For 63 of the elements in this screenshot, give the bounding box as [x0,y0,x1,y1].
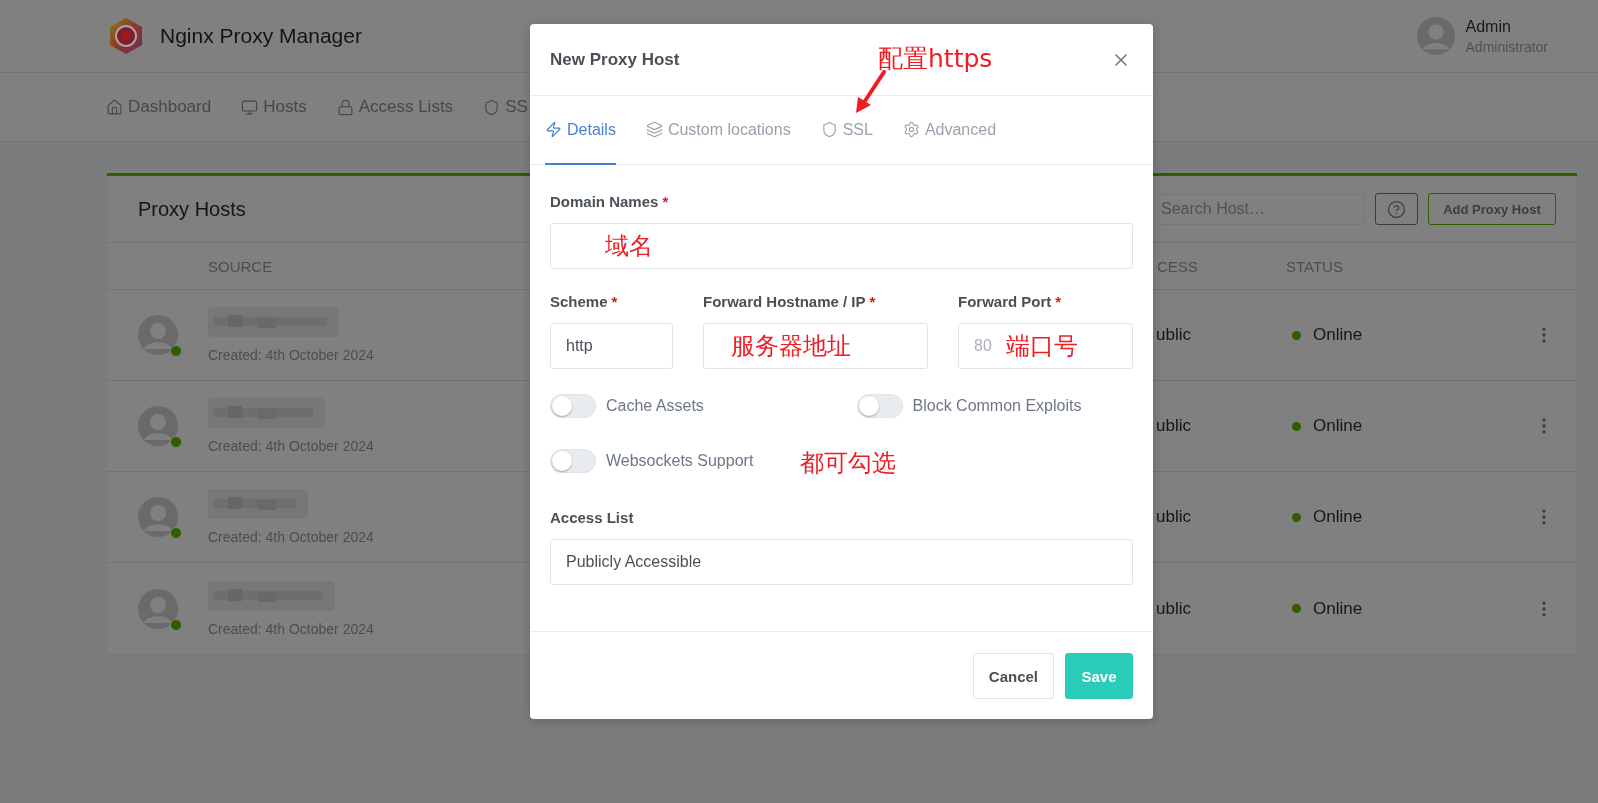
field-label: Access List [550,509,635,526]
field-label: Forward Port * [958,293,1063,310]
tab[interactable]: Details [545,96,616,165]
field-label: Domain Names * [550,193,670,210]
monitor-icon [241,98,259,116]
nav-link[interactable]: Hosts [241,97,307,117]
nav-link[interactable]: Access Lists [336,97,454,117]
annotation-text: 服务器地址 [731,331,851,362]
field-label: Forward Hostname / IP * [703,293,877,310]
status-text: Online [1313,416,1363,436]
tab[interactable]: Advanced [902,96,997,165]
access-cell-text: ublic [1155,325,1192,345]
access-cell-text: ublic [1155,416,1192,436]
required-mark: * [869,293,876,310]
shield-icon [483,98,501,116]
layers-icon [645,121,663,138]
host-avatar [138,588,178,629]
status-text: Online [1313,325,1363,345]
lightning-icon [545,121,562,138]
host-avatar [138,406,178,446]
input-field[interactable] [703,323,928,369]
host-avatar [138,497,178,537]
help-icon [1387,199,1406,219]
toggle-label: Cache Assets [606,397,704,415]
annotation-arrow [854,70,888,114]
gear-icon [902,121,920,138]
add-proxy-host-button[interactable]: Add Proxy Host [1428,193,1556,225]
annotation-text: 都可勾选 [800,448,896,479]
required-mark: * [662,193,669,210]
access-cell-text: ublic [1155,507,1192,527]
toggle-label: Websockets Support [606,452,754,470]
toggle-switch[interactable] [550,394,596,418]
toggle-switch[interactable] [856,394,903,418]
select-field[interactable]: Publicly Accessible [550,539,1133,585]
field-label: Scheme * [550,293,619,310]
card-title: Proxy Hosts [138,197,246,221]
status-text: Online [1313,507,1363,527]
lock-icon [336,98,354,116]
input-field[interactable] [550,223,1133,269]
dialog-title: New Proxy Host [550,49,680,70]
logo-icon [108,17,144,55]
app-title: Nginx Proxy Manager [160,24,362,48]
user-name: Admin [1465,17,1512,36]
nav-link[interactable]: Dashboard [106,97,212,117]
cancel-button[interactable]: Cancel [972,653,1054,699]
toggle-switch[interactable] [550,449,596,473]
access-cell-text: ublic [1155,598,1192,619]
host-avatar [138,315,178,355]
tab[interactable]: SSL [820,96,873,165]
help-button[interactable] [1375,193,1418,225]
toggle-label: Block Common Exploits [912,397,1082,415]
required-mark: * [611,293,618,310]
shield-icon [820,121,838,138]
save-button[interactable]: Save [1065,653,1133,699]
annotation-text: 域名 [605,231,653,262]
status-text: Online [1313,598,1363,619]
nav-link[interactable]: SS [483,97,528,117]
tab[interactable]: Custom locations [645,96,791,165]
home-icon [106,98,123,116]
annotation-text: 配置https [878,43,993,75]
input-field[interactable]: http [550,323,673,369]
annotation-text: 端口号 [1006,331,1078,362]
required-mark: * [1055,293,1062,310]
